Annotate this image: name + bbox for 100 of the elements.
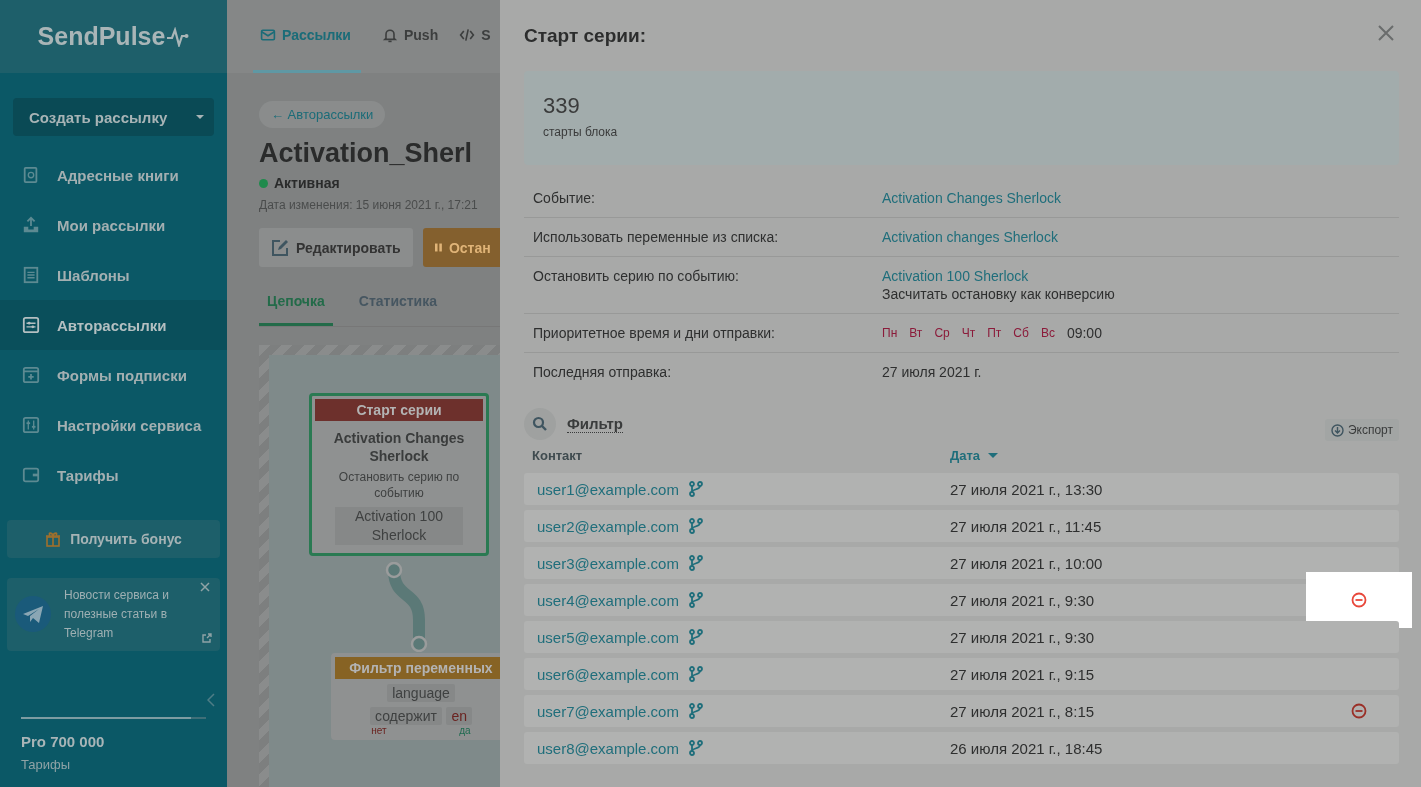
create-campaign-button[interactable]: Создать рассылку xyxy=(13,98,214,136)
contact-email[interactable]: user3@example.com xyxy=(537,554,679,572)
download-icon xyxy=(1330,423,1344,437)
sidebar-item[interactable]: Мои рассылки xyxy=(0,200,227,250)
no-label: нет xyxy=(371,725,387,736)
contact-email[interactable]: user7@example.com xyxy=(537,702,679,720)
event-link[interactable]: Activation 100 Sherlock xyxy=(882,267,1390,285)
branch-icon[interactable] xyxy=(688,481,703,497)
sidebar-item[interactable]: Авторассылки xyxy=(0,300,227,350)
search-button[interactable] xyxy=(524,408,556,440)
sidebar-item[interactable]: Формы подписки xyxy=(0,350,227,400)
edit-icon xyxy=(271,238,289,257)
sliders-icon xyxy=(22,416,40,434)
start-node[interactable]: Старт серии Activation Changes Sherlock Остановить серию по событию Activation 100 Sherlock xyxy=(309,393,489,556)
mail-icon xyxy=(260,27,276,43)
date-cell-text: 27 июля 2021 г., 8:15 xyxy=(950,702,1096,720)
telegram-text: Новости сервиса и полезные статьи в Telegram xyxy=(64,587,170,642)
code-icon xyxy=(459,27,476,43)
contact-email[interactable]: user6@example.com xyxy=(537,665,679,683)
branch-icon[interactable] xyxy=(688,629,703,645)
wallet-icon xyxy=(22,466,40,484)
weekday-label: Чт xyxy=(961,325,976,342)
weekday-label: Пн xyxy=(882,325,898,342)
book-icon xyxy=(22,166,40,184)
filter-link[interactable]: Фильтр xyxy=(567,415,623,433)
branch-icon[interactable] xyxy=(688,518,703,534)
pause-icon xyxy=(434,242,442,253)
filter-node[interactable]: Фильтр переменных language содержит en нет да xyxy=(331,653,500,740)
branch-icon[interactable] xyxy=(688,592,703,608)
send-time: 09:00 xyxy=(1066,324,1102,342)
info-label: Событие: xyxy=(533,189,596,207)
plan-link[interactable]: Тарифы xyxy=(21,757,206,772)
branch-icon[interactable] xyxy=(688,703,703,719)
weekday-label: Вс xyxy=(1040,325,1055,342)
sidebar-item[interactable]: Адресные книги xyxy=(0,150,227,200)
sidebar-item[interactable]: Настройки сервиса xyxy=(0,400,227,450)
date-cell-text: 27 июля 2021 г., 9:15 xyxy=(950,665,1096,683)
remove-icon[interactable] xyxy=(1351,592,1367,608)
nav-tab[interactable]: S xyxy=(452,0,491,73)
column-header[interactable]: Контакт xyxy=(532,447,950,463)
external-link-icon[interactable] xyxy=(202,633,212,643)
contact-email[interactable]: user4@example.com xyxy=(537,591,679,609)
contact-email[interactable]: user8@example.com xyxy=(537,739,679,757)
back-link[interactable]: ← Авторассылки xyxy=(259,101,386,128)
weekday-label: Пт xyxy=(987,325,1002,342)
event-link[interactable]: Activation changes Sherlock xyxy=(882,228,1390,246)
stat-label: старты блока xyxy=(543,125,619,139)
upload-icon xyxy=(22,216,40,234)
plan-name: Pro 700 000 xyxy=(21,733,106,750)
weekday-label: Ср xyxy=(934,325,950,342)
status-dot xyxy=(259,178,268,188)
column-header[interactable]: Дата xyxy=(950,447,1391,463)
export-button[interactable]: Экспорт xyxy=(1324,419,1399,441)
nav-tab[interactable]: Push xyxy=(375,0,439,73)
value-chip: en xyxy=(446,707,472,725)
weekday-label: Сб xyxy=(1013,325,1029,342)
status-text: Активная xyxy=(274,175,340,191)
node-event: Activation Changes Sherlock xyxy=(332,429,466,465)
contact-email[interactable]: user2@example.com xyxy=(537,517,679,535)
contact-row[interactable]: user5@example.com 27 июля 2021 г., 9:30 xyxy=(524,621,1399,653)
logo-text: SendPulse xyxy=(37,22,166,51)
paper-plane-icon xyxy=(15,596,51,632)
form-icon xyxy=(22,366,40,384)
sidebar-item[interactable]: Тарифы xyxy=(0,450,227,500)
contact-row[interactable]: user2@example.com 27 июля 2021 г., 11:45 xyxy=(524,510,1399,542)
remove-icon[interactable] xyxy=(1351,703,1367,719)
contact-row[interactable]: user3@example.com 27 июля 2021 г., 10:00 xyxy=(524,547,1399,579)
close-icon[interactable] xyxy=(200,582,210,592)
branch-icon[interactable] xyxy=(688,740,703,756)
pulse-icon xyxy=(167,26,190,47)
weekday-label: Вт xyxy=(909,325,923,342)
contact-row[interactable]: user6@example.com 27 июля 2021 г., 9:15 xyxy=(524,658,1399,690)
node-header: Старт серии xyxy=(315,399,483,421)
contact-row[interactable]: user7@example.com 27 июля 2021 г., 8:15 xyxy=(524,695,1399,727)
contact-row[interactable]: user8@example.com 26 июля 2021 г., 18:45 xyxy=(524,732,1399,764)
variable-chip: language xyxy=(387,684,455,702)
contact-email[interactable]: user5@example.com xyxy=(537,628,679,646)
edit-button[interactable]: Редактировать xyxy=(259,228,413,267)
panel-title: Старт серии: xyxy=(524,23,646,48)
info-value: 27 июля 2021 г. xyxy=(882,364,982,380)
auto-icon xyxy=(22,316,40,334)
close-button[interactable] xyxy=(1377,24,1395,42)
info-note: Засчитать остановку как конверсию xyxy=(882,285,1116,303)
node-label: Остановить серию по событию xyxy=(337,469,461,501)
info-label: Последняя отправка: xyxy=(533,363,673,381)
content-tab[interactable]: Статистика xyxy=(350,293,446,326)
collapse-chevron-icon[interactable] xyxy=(207,693,215,707)
template-icon xyxy=(22,266,40,284)
sidebar-item[interactable]: Шаблоны xyxy=(0,250,227,300)
date-cell-text: 27 июля 2021 г., 9:30 xyxy=(950,591,1096,609)
date-cell-text: 26 июля 2021 г., 18:45 xyxy=(950,739,1104,757)
branch-icon[interactable] xyxy=(688,555,703,571)
contact-row[interactable]: user1@example.com 27 июля 2021 г., 13:30 xyxy=(524,473,1399,505)
pause-button[interactable]: Остан xyxy=(422,228,500,267)
bonus-button[interactable]: Получить бонус xyxy=(7,520,220,558)
event-link[interactable]: Activation Changes Sherlock xyxy=(882,189,1390,207)
branch-icon[interactable] xyxy=(688,666,703,682)
yes-label: да xyxy=(459,725,471,736)
contact-email[interactable]: user1@example.com xyxy=(537,480,679,498)
caret-icon xyxy=(196,115,204,119)
